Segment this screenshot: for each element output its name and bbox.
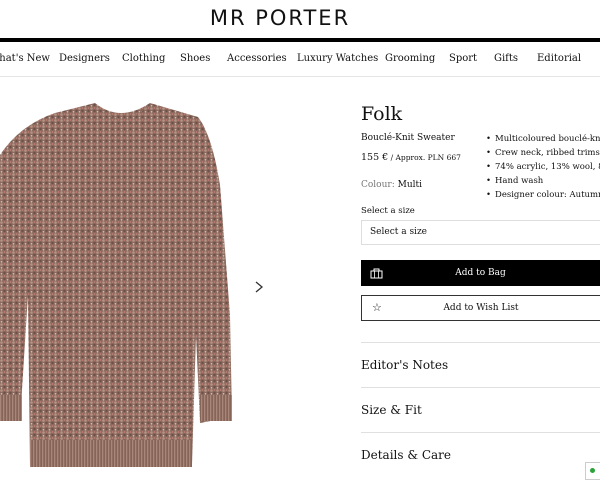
add-to-bag-button[interactable]: Add to Bag [361,260,600,286]
star-icon: ☆ [372,301,382,314]
site-logo[interactable]: MR PORTER [0,6,560,30]
accordion-size-fit[interactable]: Size & Fit [361,387,600,432]
detail-bullet: Hand wash [486,174,600,188]
nav-item-designers[interactable]: Designers [59,53,110,64]
status-dot-icon [590,468,595,473]
colour-label: Colour: [361,180,395,190]
chevron-right-icon[interactable] [253,280,265,294]
size-label: Select a size [361,206,415,216]
product-details-list: Multicoloured bouclé-knit Crew neck, rib… [486,132,600,202]
nav-item-shoes[interactable]: Shoes [180,53,210,64]
size-select[interactable]: Select a size [361,220,600,245]
price-value: 155 € [361,152,389,163]
detail-bullet: 74% acrylic, 13% wool, 8% nylon [486,160,600,174]
colour-value: Multi [397,180,422,190]
status-indicator[interactable] [585,462,600,480]
accordion-editors-notes[interactable]: Editor's Notes [361,342,600,387]
price-approx: / Approx. PLN 667 [388,153,461,162]
product-image[interactable] [0,95,240,480]
nav-item-clothing[interactable]: Clothing [122,53,165,64]
detail-bullet: Multicoloured bouclé-knit [486,132,600,146]
nav-item-gifts[interactable]: Gifts [494,53,518,64]
nav-item-grooming[interactable]: Grooming [385,53,435,64]
product-brand[interactable]: Folk [361,103,402,125]
nav-item-sport[interactable]: Sport [449,53,477,64]
add-to-bag-label: Add to Bag [455,268,506,278]
product-price: 155 € / Approx. PLN 667 [361,152,461,163]
detail-bullet: Designer colour: Autumnal Multi [486,188,600,202]
add-to-wishlist-label: Add to Wish List [443,303,519,313]
nav-item-accessories[interactable]: Accessories [227,53,287,64]
detail-bullet: Crew neck, ribbed trims [486,146,600,160]
product-colour: Colour: Multi [361,180,422,190]
nav-item-editorial[interactable]: Editorial [537,53,581,64]
add-to-wishlist-button[interactable]: ☆ Add to Wish List [361,295,600,321]
nav-item-luxury-watches[interactable]: Luxury Watches [297,53,378,64]
nav-item-whats-new[interactable]: What's New [0,53,50,64]
shopping-bag-icon [370,268,383,279]
accordion-details-care[interactable]: Details & Care [361,432,600,477]
product-name: Bouclé-Knit Sweater [361,133,455,143]
main-nav: What's New Designers Clothing Shoes Acce… [0,42,600,77]
